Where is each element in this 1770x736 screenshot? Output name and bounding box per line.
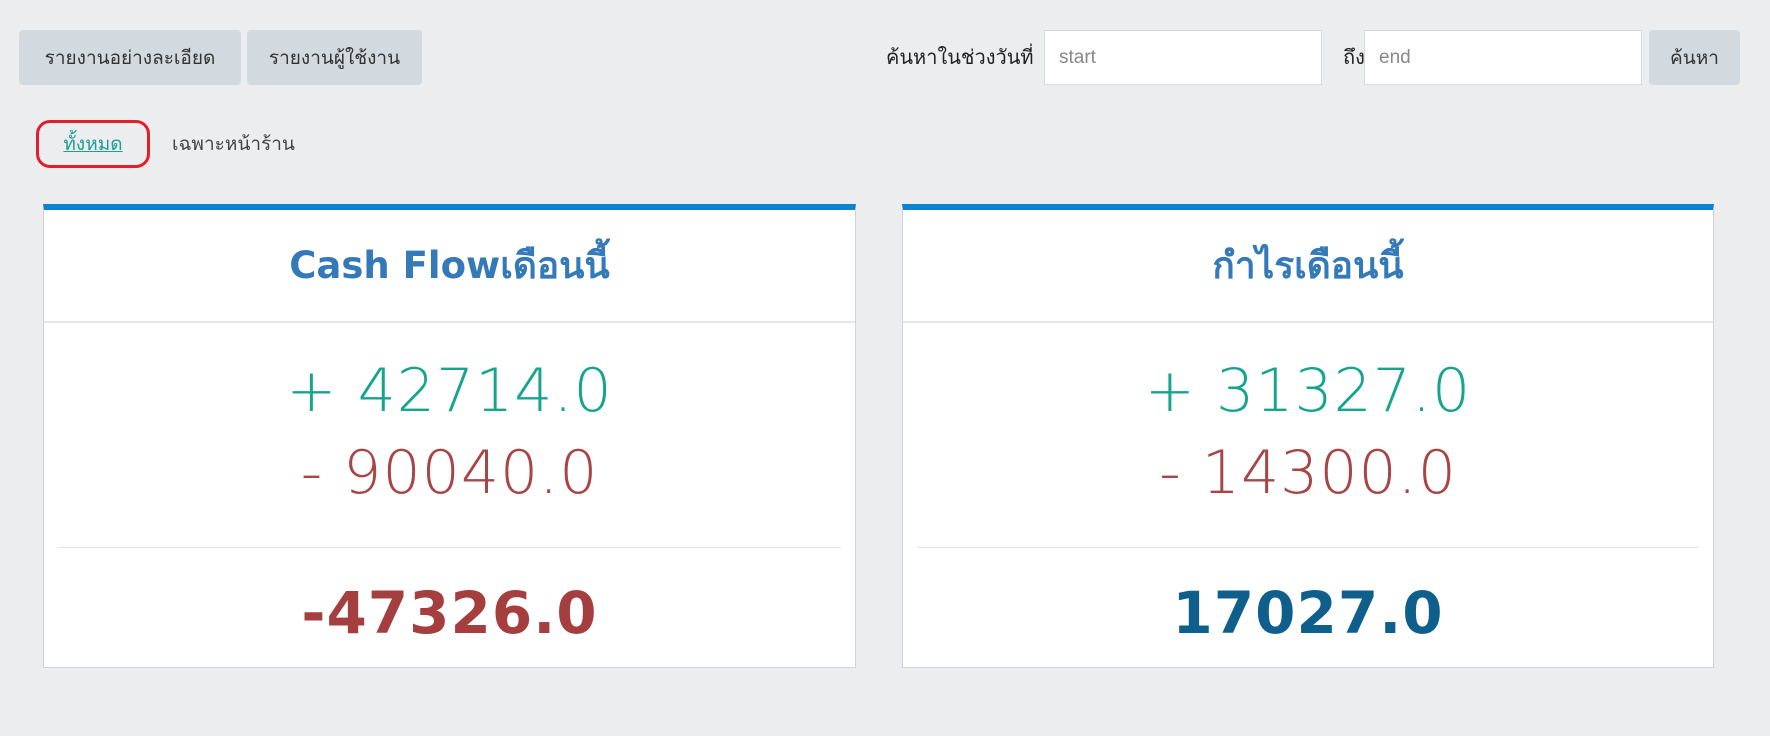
toolbar: รายงานอย่างละเอียด รายงานผู้ใช้งาน ค้นหา… [19,30,1740,86]
cashflow-title: Cash Flowเดือนนี้ [44,210,855,323]
cashflow-expense: - 90040.0 [300,438,599,508]
filter-storefront-link[interactable]: เฉพาะหน้าร้าน [172,120,295,168]
search-button[interactable]: ค้นหา [1649,30,1740,85]
cashflow-income: + 42714.0 [286,356,613,426]
profit-income: + 31327.0 [1144,356,1472,426]
profit-expense: - 14300.0 [1159,438,1457,508]
start-date-input[interactable] [1044,30,1322,85]
end-date-input[interactable] [1364,30,1642,85]
cashflow-card: Cash Flowเดือนนี้ + 42714.0 - 90040.0 -4… [43,204,856,668]
profit-total: 17027.0 [1172,579,1444,647]
profit-card: กำไรเดือนนี้ + 31327.0 - 14300.0 17027.0 [902,204,1714,668]
profit-title: กำไรเดือนนี้ [903,210,1713,323]
to-label: ถึง [1343,45,1365,69]
cashflow-total: -47326.0 [301,579,598,647]
user-report-button[interactable]: รายงานผู้ใช้งาน [247,30,422,85]
detailed-report-button[interactable]: รายงานอย่างละเอียด [19,30,241,85]
date-range-label: ค้นหาในช่วงวันที่ [886,45,1034,69]
filter-all-link[interactable]: ทั้งหมด [36,120,150,168]
